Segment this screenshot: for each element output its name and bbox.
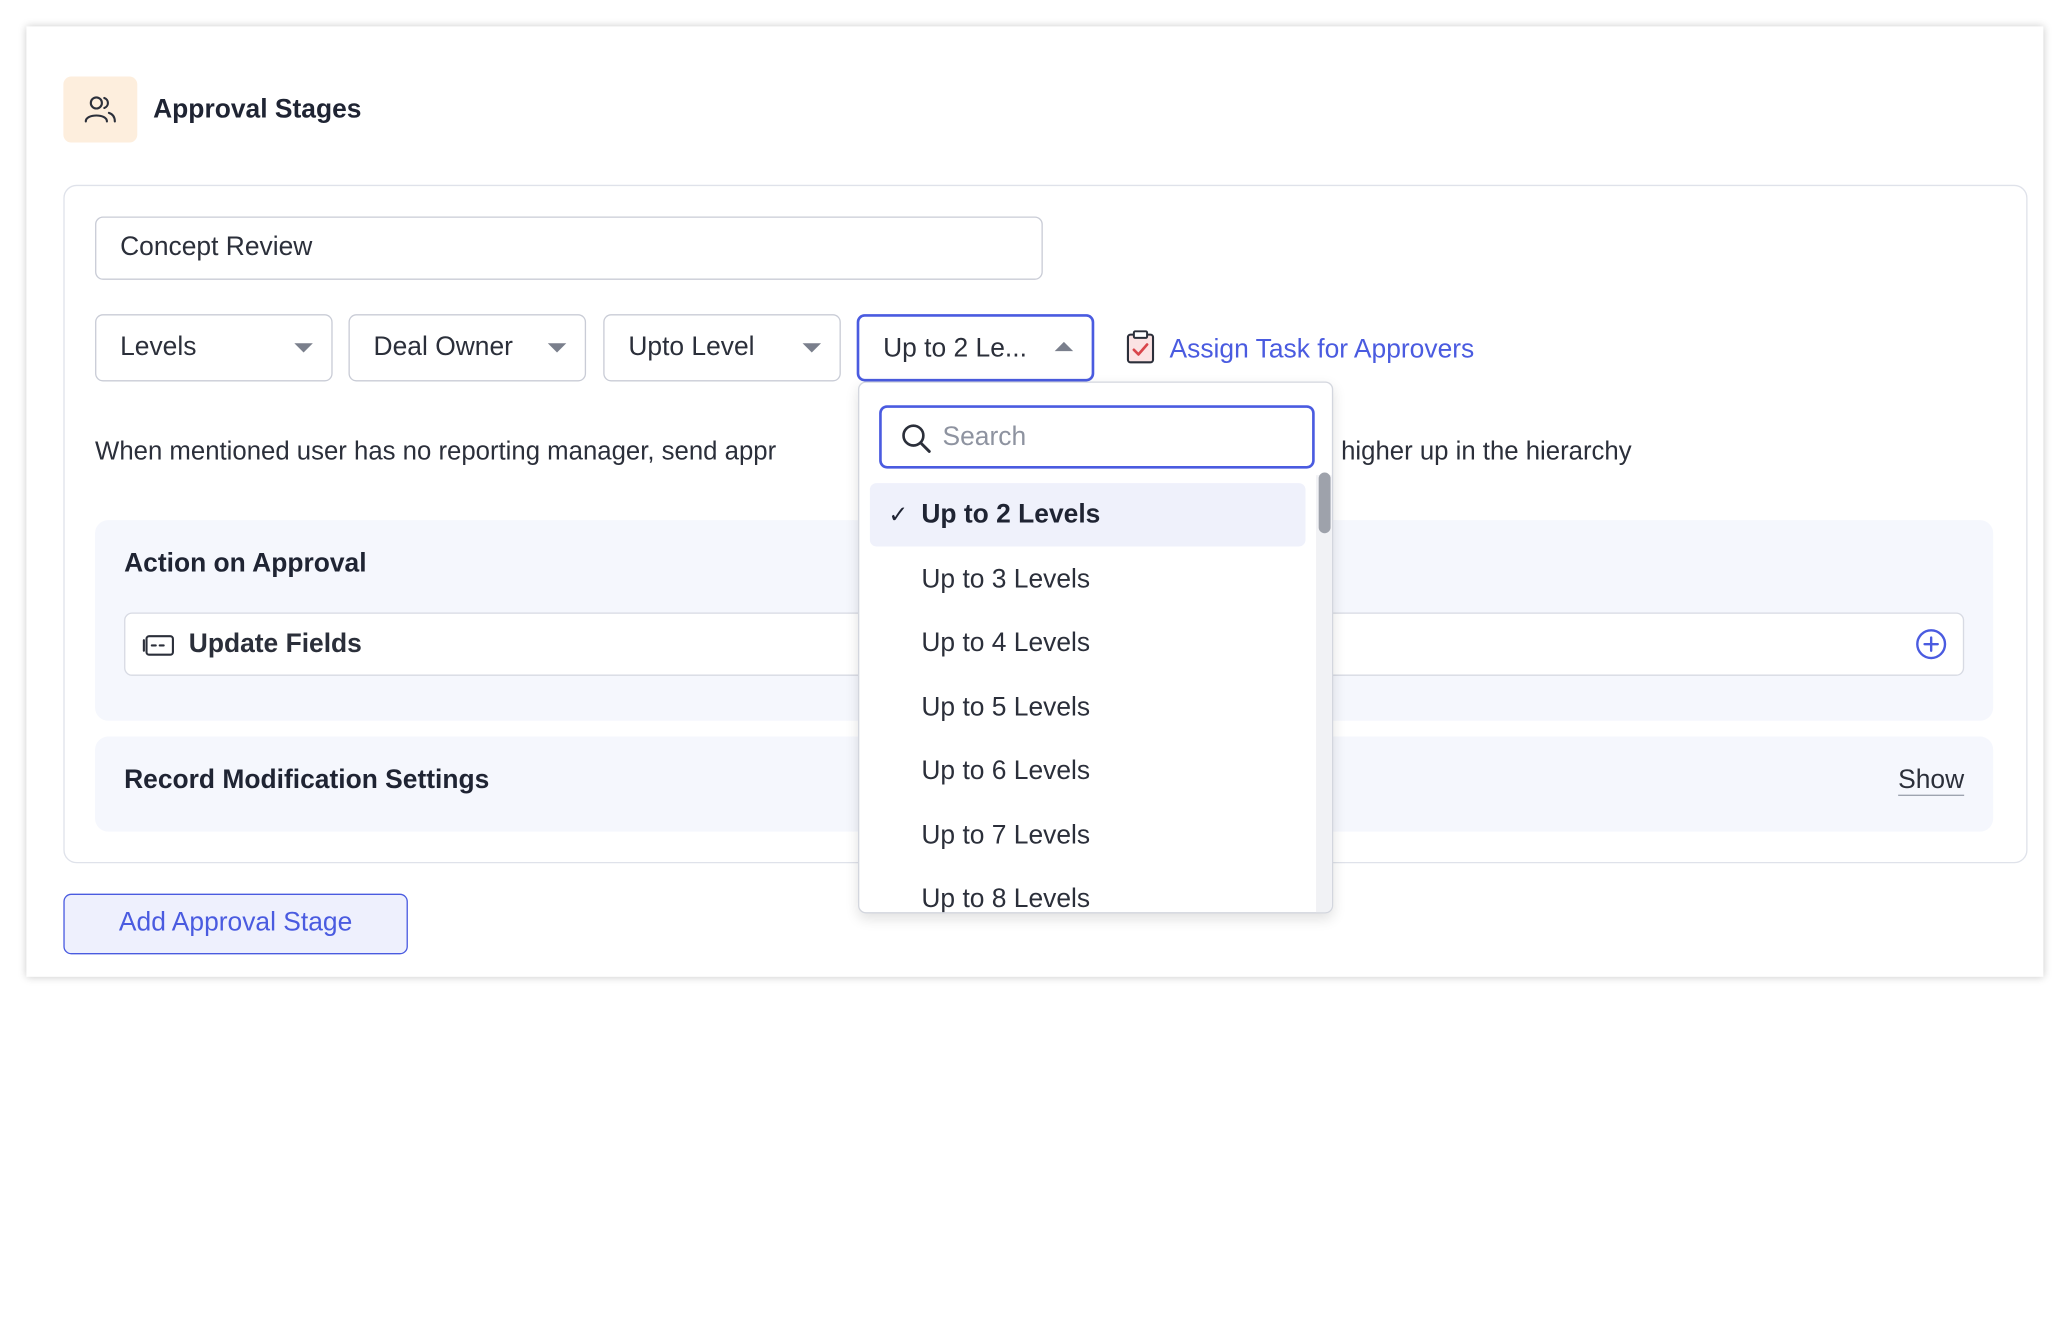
level-condition-value: Upto Level [628, 332, 755, 362]
task-checklist-icon [1125, 330, 1157, 371]
search-placeholder: Search [942, 422, 1027, 452]
levels-count-dropdown[interactable]: Up to 2 Le... [856, 314, 1095, 382]
update-fields-icon [141, 632, 175, 665]
assign-task-link[interactable]: Assign Task for Approvers [1125, 330, 1475, 371]
menu-option-label: Up to 3 Levels [921, 564, 1091, 594]
levels-option-list: ✓ Up to 2 Levels Up to 3 Levels Up to 4 … [869, 483, 1306, 914]
owner-value: Deal Owner [373, 332, 513, 362]
section-header: Approval Stages [63, 76, 362, 143]
approver-type-value: Levels [120, 332, 197, 362]
owner-dropdown[interactable]: Deal Owner [348, 314, 587, 382]
menu-option[interactable]: Up to 3 Levels [870, 547, 1306, 610]
menu-option-label: Up to 5 Levels [921, 692, 1091, 722]
chevron-down-icon [294, 343, 313, 353]
show-link[interactable]: Show [1898, 766, 1965, 796]
add-approval-stage-button[interactable]: Add Approval Stage [63, 893, 408, 955]
chevron-down-icon [547, 343, 567, 353]
menu-scrollbar-track[interactable] [1316, 475, 1332, 913]
no-manager-note: When mentioned user has no reporting man… [95, 436, 777, 466]
menu-option-label: Up to 7 Levels [921, 820, 1091, 850]
record-modification-title: Record Modification Settings [124, 765, 490, 795]
levels-count-value: Up to 2 Le... [883, 333, 1027, 363]
menu-option-label: Up to 4 Levels [921, 628, 1091, 658]
add-circle-icon[interactable] [1915, 628, 1947, 666]
stage-name-input[interactable]: Concept Review [95, 216, 1043, 280]
chevron-down-icon [802, 343, 822, 353]
chevron-up-icon [1054, 341, 1074, 352]
action-on-approval-title: Action on Approval [124, 549, 367, 579]
menu-option-label: Up to 6 Levels [921, 756, 1091, 786]
search-icon [900, 422, 932, 460]
update-fields-label: Update Fields [188, 629, 362, 659]
menu-option[interactable]: Up to 7 Levels [870, 803, 1306, 866]
levels-dropdown-menu: Search ✓ Up to 2 Levels Up to 3 Levels U… [858, 381, 1334, 914]
menu-option[interactable]: ✓ Up to 2 Levels [869, 483, 1306, 547]
page-title: Approval Stages [153, 94, 362, 124]
menu-search-input[interactable]: Search [879, 405, 1315, 469]
approver-type-dropdown[interactable]: Levels [95, 314, 333, 382]
users-icon [63, 76, 138, 143]
menu-option[interactable]: Up to 6 Levels [870, 739, 1306, 802]
menu-option-label: Up to 2 Levels [921, 500, 1101, 530]
no-manager-note-end: higher up in the hierarchy [1341, 436, 1632, 466]
menu-option[interactable]: Up to 8 Levels [870, 867, 1306, 914]
menu-option-label: Up to 8 Levels [921, 884, 1091, 914]
menu-scrollbar-thumb[interactable] [1318, 472, 1331, 534]
assign-task-label: Assign Task for Approvers [1169, 335, 1475, 365]
check-icon: ✓ [888, 501, 909, 528]
menu-option[interactable]: Up to 4 Levels [870, 611, 1306, 674]
level-condition-dropdown[interactable]: Upto Level [603, 314, 841, 382]
menu-option[interactable]: Up to 5 Levels [870, 675, 1306, 738]
